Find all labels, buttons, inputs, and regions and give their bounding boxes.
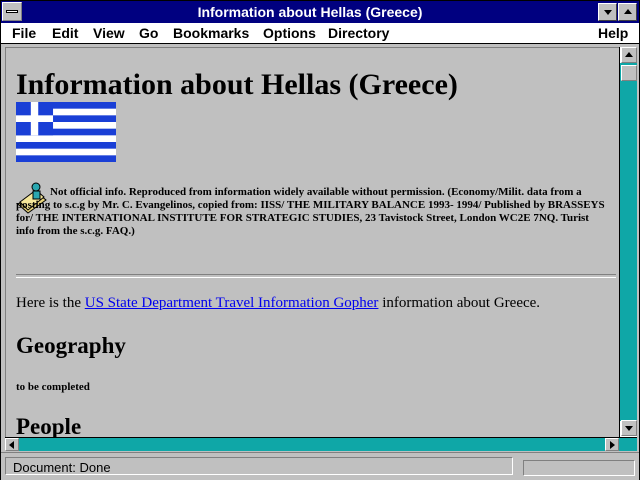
document-view: Information about Hellas (Greece) Not of… <box>5 47 620 438</box>
paragraph-text-before: Here is the <box>16 295 85 311</box>
vertical-scroll-track[interactable] <box>620 63 637 421</box>
maximize-button[interactable] <box>618 3 637 21</box>
menu-help[interactable]: Help <box>598 25 628 41</box>
minimize-icon <box>604 10 612 15</box>
horizontal-scrollbar[interactable] <box>5 437 637 451</box>
people-heading: People <box>16 414 82 438</box>
status-bar: Document: Done <box>1 452 639 480</box>
menu-bar: File Edit View Go Bookmarks Options Dire… <box>1 23 639 44</box>
arrow-down-icon <box>625 426 633 431</box>
menu-view[interactable]: View <box>93 25 125 41</box>
disclaimer-text: Not official info. Reproduced from infor… <box>16 186 605 237</box>
window-title: Information about Hellas (Greece) <box>197 4 423 20</box>
scroll-down-button[interactable] <box>621 420 637 436</box>
arrow-left-icon <box>9 441 14 449</box>
arrow-right-icon <box>610 441 615 449</box>
title-bar[interactable]: Information about Hellas (Greece) <box>1 1 639 23</box>
menu-edit[interactable]: Edit <box>52 25 78 41</box>
minimize-button[interactable] <box>598 3 617 21</box>
progress-indicator <box>523 460 635 476</box>
travel-gopher-link[interactable]: US State Department Travel Information G… <box>85 295 379 311</box>
menu-file[interactable]: File <box>12 25 36 41</box>
status-text: Document: Done <box>13 460 111 475</box>
geography-heading: Geography <box>16 333 126 358</box>
greek-flag-image <box>16 102 116 162</box>
page-title: Information about Hellas (Greece) <box>16 68 458 101</box>
menu-bookmarks[interactable]: Bookmarks <box>173 25 249 41</box>
paragraph-text-after: information about Greece. <box>378 295 541 311</box>
system-menu-button[interactable] <box>2 2 22 21</box>
maximize-icon <box>624 9 632 14</box>
scroll-right-button[interactable] <box>605 438 619 451</box>
menu-directory[interactable]: Directory <box>328 25 389 41</box>
menu-options[interactable]: Options <box>263 25 316 41</box>
travel-info-paragraph: Here is the US State Department Travel I… <box>16 295 540 312</box>
scroll-up-button[interactable] <box>621 47 637 63</box>
scroll-left-button[interactable] <box>5 438 19 451</box>
vertical-scroll-thumb[interactable] <box>621 65 637 81</box>
vertical-scrollbar[interactable] <box>619 47 637 437</box>
system-menu-icon <box>6 10 18 13</box>
arrow-up-icon <box>625 52 633 57</box>
horizontal-rule <box>16 274 616 278</box>
browser-window: Information about Hellas (Greece) File E… <box>0 0 640 480</box>
menu-go[interactable]: Go <box>139 25 158 41</box>
geography-text: to be completed <box>16 381 90 393</box>
